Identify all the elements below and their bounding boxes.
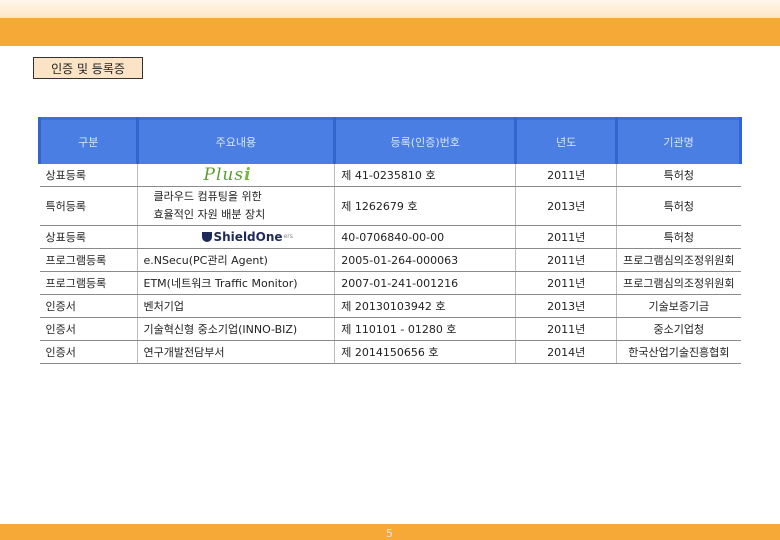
- cell-org: 한국산업기술진흥협회: [616, 340, 741, 364]
- section-label: 인증 및 등록증: [33, 57, 143, 79]
- cell-org: 기술보증기금: [616, 294, 741, 318]
- table-row: 상표등록 Plusi 제 41-0235810 호 2011년 특허청: [39, 164, 741, 187]
- cell-content: 기술혁신형 중소기업(INNO-BIZ): [136, 317, 335, 341]
- header-number: 등록(인증)번호: [333, 118, 518, 164]
- table-header-row: 구분 주요내용 등록(인증)번호 년도 기관명: [38, 118, 742, 164]
- cell-year: 2011년: [515, 164, 617, 187]
- top-banner-stripe: [0, 18, 780, 46]
- table-row: 인증서 기술혁신형 중소기업(INNO-BIZ) 제 110101 - 0128…: [39, 317, 741, 341]
- cell-type: 인증서: [39, 317, 137, 341]
- cell-content: Plusi: [136, 164, 335, 187]
- cell-type: 프로그램등록: [39, 271, 137, 295]
- page-number: 5: [386, 527, 393, 540]
- table-row: 프로그램등록 e.NSecu(PC관리 Agent) 2005-01-264-0…: [39, 248, 741, 272]
- cell-number: 2007-01-241-001216: [334, 271, 516, 295]
- cell-content: e.NSecu(PC관리 Agent): [136, 248, 335, 272]
- cell-type: 상표등록: [39, 225, 137, 249]
- header-content: 주요내용: [135, 118, 337, 164]
- cell-number: 40-0706840-00-00: [334, 225, 516, 249]
- cell-year: 2011년: [515, 317, 617, 341]
- cell-year: 2014년: [515, 340, 617, 364]
- cell-number: 제 1262679 호: [334, 186, 516, 226]
- cell-number: 제 20130103942 호: [334, 294, 516, 318]
- header-type: 구분: [38, 118, 139, 164]
- top-banner: [0, 0, 780, 46]
- cell-year: 2011년: [515, 271, 617, 295]
- cell-number: 제 2014150656 호: [334, 340, 516, 364]
- header-org: 기관명: [615, 118, 742, 164]
- cell-content: ETM(네트워크 Traffic Monitor): [136, 271, 335, 295]
- shieldone-logo: ShieldOne ers: [201, 230, 293, 244]
- cell-content: 벤처기업: [136, 294, 335, 318]
- header-year: 년도: [514, 118, 619, 164]
- cell-org: 특허청: [616, 164, 741, 187]
- cell-year: 2011년: [515, 225, 617, 249]
- cell-year: 2013년: [515, 294, 617, 318]
- plusi-logo: Plusi: [203, 165, 252, 185]
- cell-content: ShieldOne ers: [136, 225, 335, 249]
- top-banner-gradient: [0, 0, 780, 18]
- certification-table: 구분 주요내용 등록(인증)번호 년도 기관명 상표등록 Plusi 제 41-…: [38, 117, 742, 364]
- cell-number: 제 110101 - 01280 호: [334, 317, 516, 341]
- table-row: 특허등록 클라우드 컴퓨팅을 위한 효율적인 자원 배분 장치 제 126267…: [39, 186, 741, 226]
- cell-content: 연구개발전담부서: [136, 340, 335, 364]
- cell-org: 특허청: [616, 225, 741, 249]
- content-line-1: 클라우드 컴퓨팅을 위한: [153, 190, 262, 203]
- table-row: 인증서 연구개발전담부서 제 2014150656 호 2014년 한국산업기술…: [39, 340, 741, 364]
- table-row: 프로그램등록 ETM(네트워크 Traffic Monitor) 2007-01…: [39, 271, 741, 295]
- table-row: 인증서 벤처기업 제 20130103942 호 2013년 기술보증기금: [39, 294, 741, 318]
- cell-year: 2013년: [515, 186, 617, 226]
- shield-icon: [201, 231, 212, 242]
- cell-content: 클라우드 컴퓨팅을 위한 효율적인 자원 배분 장치: [136, 186, 335, 226]
- cell-org: 프로그램심의조정위원회: [616, 248, 741, 272]
- cell-org: 특허청: [616, 186, 741, 226]
- cell-type: 인증서: [39, 340, 137, 364]
- cell-type: 프로그램등록: [39, 248, 137, 272]
- cell-org: 프로그램심의조정위원회: [616, 271, 741, 295]
- table-row: 상표등록 ShieldOne ers 40-0706840-00-00 2011년…: [39, 225, 741, 249]
- cell-year: 2011년: [515, 248, 617, 272]
- cell-type: 상표등록: [39, 164, 137, 187]
- cell-org: 중소기업청: [616, 317, 741, 341]
- cell-number: 제 41-0235810 호: [334, 164, 516, 187]
- cell-type: 인증서: [39, 294, 137, 318]
- cell-number: 2005-01-264-000063: [334, 248, 516, 272]
- cell-type: 특허등록: [39, 186, 137, 226]
- content-line-2: 효율적인 자원 배분 장치: [153, 208, 266, 221]
